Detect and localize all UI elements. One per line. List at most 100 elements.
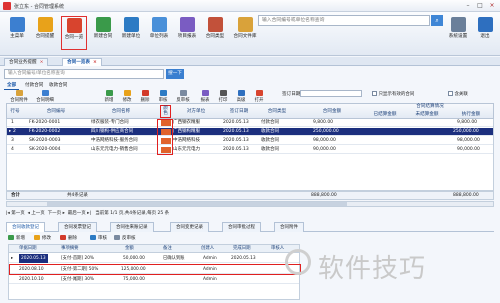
pager-prev-label: 上一页	[31, 211, 45, 216]
pager-next[interactable]: 下一页 ▸	[48, 211, 65, 216]
include-related-checkbox[interactable]: 含关联	[448, 91, 468, 97]
close-icon[interactable]: ×	[486, 1, 498, 10]
toolbar-button-contract-type[interactable]: 合同类型	[202, 16, 228, 50]
table-row[interactable]: 3 SK-2020-0003 中浩网络科技-服务合同 中浩网络科技 2020.0…	[7, 137, 493, 145]
table-row[interactable]: 4 SK-2020-0004 山东元元电力-销售合同 山东元元电力 2020.0…	[7, 146, 493, 154]
col-header-name[interactable]: 合同名称	[91, 109, 151, 114]
table-row-selected[interactable]: ▸ 2 FK-2020-0002 四川钢构-供应商合同 广西钢构精服 2020.…	[7, 128, 493, 136]
close-tab-icon[interactable]: ×	[40, 60, 44, 65]
col-header-auditor[interactable]: 审核人	[271, 245, 284, 253]
col-header-summary[interactable]: 事项摘要	[61, 245, 79, 253]
detail-action-bar: 新增 修改 删除 审核 反审核	[8, 234, 268, 243]
edit-button[interactable]: 修改	[118, 90, 136, 104]
col-header-color[interactable]: 颜色	[160, 105, 171, 118]
toolbar-button-settings[interactable]: 系统设置	[444, 16, 472, 50]
col-header-amount[interactable]: 合同金额	[307, 109, 357, 114]
date-filter-input[interactable]	[300, 90, 362, 97]
close-tab-icon[interactable]: ×	[93, 60, 97, 65]
detail-tab-approval[interactable]: 合同审批过程	[222, 222, 261, 232]
col-header-idx[interactable]: 行号	[9, 109, 21, 114]
toolbar-button-new-contract[interactable]: 新建合同	[90, 16, 116, 50]
horizontal-scrollbar[interactable]	[6, 201, 494, 207]
audit-button[interactable]: 审核	[154, 90, 172, 104]
col-header-amount[interactable]: 金额	[125, 245, 134, 253]
tab-reminder[interactable]: 合同业务提醒 ×	[4, 58, 49, 66]
col-header-paid[interactable]: 已结算金额	[365, 112, 405, 117]
delete-icon	[60, 235, 66, 240]
filter-receipt[interactable]: 收款合同	[46, 81, 70, 90]
filter-payment[interactable]: 付款合同	[22, 81, 46, 90]
total-label: 合计	[11, 193, 20, 198]
col-header-note[interactable]: 备注	[163, 245, 172, 253]
detail-unaudit-button[interactable]: 反审核	[114, 234, 136, 243]
advanced-button[interactable]: 高级	[232, 90, 250, 104]
cell-date: 2020.05.13	[223, 120, 249, 125]
col-header-type[interactable]: 合同类型	[259, 109, 295, 114]
col-header-party[interactable]: 对方单位	[173, 109, 219, 114]
check-icon	[90, 235, 96, 240]
cell-date: 2020.05.13	[223, 129, 249, 134]
global-search-input[interactable]: 输入合同编号或单位名称查询	[258, 15, 430, 26]
search-icon[interactable]: ⌕	[431, 15, 443, 26]
pager-prev[interactable]: ◂ 上一页	[28, 211, 45, 216]
detail-edit-button[interactable]: 修改	[34, 234, 51, 243]
list-search-input[interactable]: 输入合同编号/单位名称查询	[4, 69, 164, 79]
tab-contract-list[interactable]: 合同一览表 ×	[62, 58, 102, 66]
col-header-date[interactable]: 签订日期	[221, 109, 257, 114]
table-row[interactable]: 1 FK-2020-0001 绿衣服装-专门合同 广西钢衣精服 2020.05.…	[7, 119, 493, 127]
filter-tabs: 全部 付款合同 收款合同	[2, 81, 152, 90]
checkbox[interactable]	[448, 91, 453, 96]
filter-all[interactable]: 全部	[4, 81, 20, 90]
attachment-button[interactable]: 合同附件	[8, 90, 30, 104]
list-search-button[interactable]: 搜一下	[166, 69, 184, 79]
table-row[interactable]: ▸ 2020.05.13 [支付-首期] 20% 50,000.00 已确认到账…	[9, 254, 299, 263]
toolbar-button-home[interactable]: 主菜单	[4, 16, 30, 50]
detail-tab-payment[interactable]: 合同收款登记	[6, 222, 45, 232]
toolbar-button-company-list[interactable]: 单位列表	[146, 16, 172, 50]
delete-button[interactable]: 删除	[136, 90, 154, 104]
cell-summary: [支付-首期] 20%	[61, 256, 95, 261]
col-header-code[interactable]: 合同编号	[31, 109, 81, 114]
unaudit-button[interactable]: 反审核	[172, 90, 194, 104]
cell-done: 2020.05.13	[231, 256, 256, 261]
row-highlight-box	[9, 264, 301, 275]
detail-tab-transactions[interactable]: 合同往来账记录	[110, 222, 154, 232]
col-header-exec[interactable]: 执行金额	[451, 112, 491, 117]
detail-delete-button[interactable]: 删除	[60, 234, 77, 243]
add-button[interactable]: 新增	[100, 90, 118, 104]
detail-tab-changes[interactable]: 合同变更记录	[170, 222, 209, 232]
title-bar: 张立东 - 合同管理系统 – □ ×	[0, 0, 500, 12]
cell-code: FK-2020-0002	[29, 129, 61, 134]
detail-audit-button[interactable]: 审核	[90, 234, 107, 243]
minimize-icon[interactable]: –	[462, 1, 474, 10]
toolbar-button-new-company[interactable]: 新建单位	[118, 16, 144, 50]
detail-button[interactable]: 合同明细	[34, 90, 56, 104]
detail-tab-attachments[interactable]: 合同附件	[274, 222, 304, 232]
open-button[interactable]: 打开	[250, 90, 268, 104]
toolbar-button-report[interactable]: 项目报表	[174, 16, 200, 50]
cell-type: 付款合同	[261, 120, 279, 125]
valid-only-checkbox[interactable]: 只显示有效的合同	[372, 91, 414, 97]
maximize-icon[interactable]: □	[474, 1, 486, 10]
toolbar-button-reminder[interactable]: 合同提醒	[32, 16, 58, 50]
print-button[interactable]: 打印	[214, 90, 232, 104]
cell-type: 收款合同	[261, 129, 279, 134]
pager-first[interactable]: |◂ 第一页	[6, 211, 25, 216]
col-header-date[interactable]: 单据日期	[19, 245, 37, 253]
toolbar-button-file-library[interactable]: 合同文件库	[230, 16, 260, 50]
col-header-done[interactable]: 完成日期	[233, 245, 251, 253]
report-button[interactable]: 报表	[196, 90, 214, 104]
toolbar-button-exit[interactable]: 退出	[472, 16, 498, 50]
detail-add-button[interactable]: 新增	[8, 234, 25, 243]
scrollbar-thumb[interactable]	[47, 202, 347, 206]
col-header-creator[interactable]: 创建人	[201, 245, 214, 253]
undo-icon	[179, 90, 187, 96]
window-title: 张立东 - 合同管理系统	[14, 4, 64, 10]
pager-last[interactable]: 最后一页 ▸|	[68, 211, 91, 216]
toolbar-button-contract-list[interactable]: 合同一览	[61, 16, 87, 50]
table-row[interactable]: 2020.10.10 [支付-尾期] 30% 75,000.00 Admin	[9, 275, 299, 284]
delete-icon	[141, 90, 149, 96]
detail-tab-invoice[interactable]: 合同发票登记	[58, 222, 97, 232]
checkbox[interactable]	[372, 91, 377, 96]
col-header-unpaid[interactable]: 未结算金额	[407, 112, 447, 117]
